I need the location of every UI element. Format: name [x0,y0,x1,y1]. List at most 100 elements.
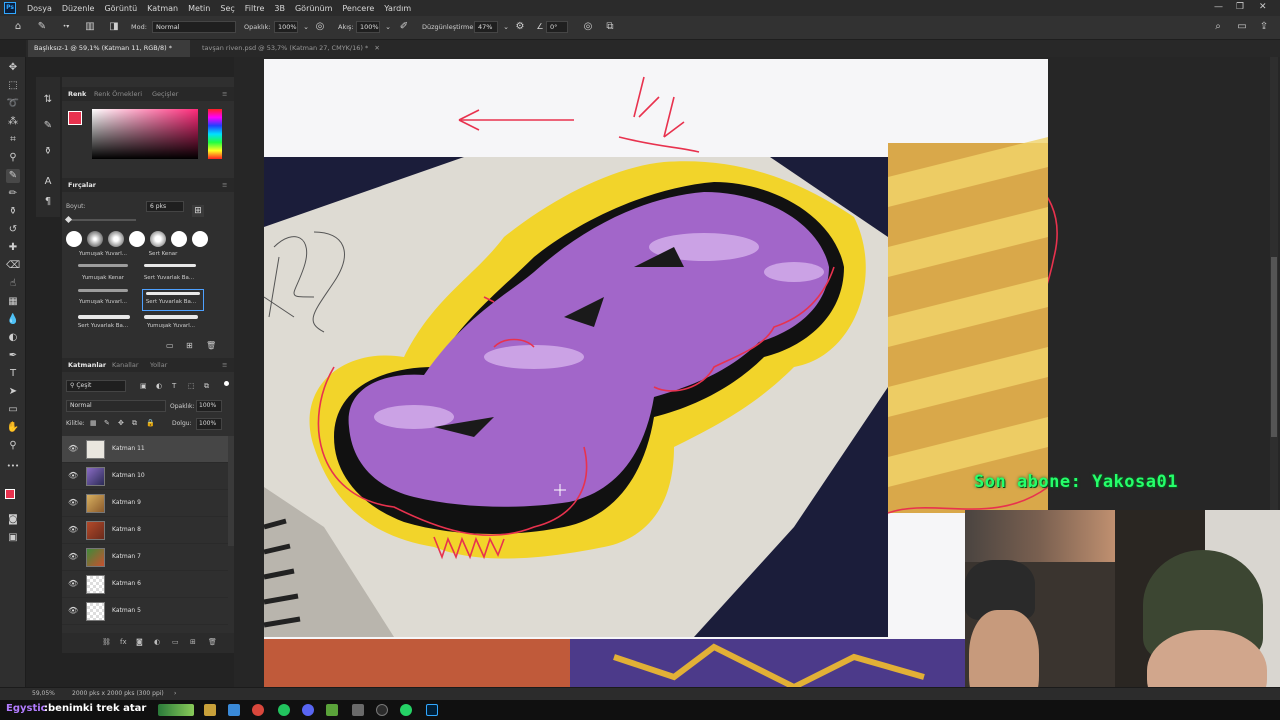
menu-filter[interactable]: Filtre [240,4,270,13]
trash-icon[interactable]: 🗑 [208,638,217,646]
workspace-icon[interactable]: ▭ [1236,21,1248,33]
type-tool-icon[interactable]: T [6,367,20,381]
new-group-icon[interactable]: ▭ [172,638,179,646]
smoothing-field[interactable]: 47% [474,21,498,33]
menu-layer[interactable]: Katman [142,4,183,13]
gear-icon[interactable]: ⚙ [514,21,526,33]
character-panel-icon[interactable]: A [41,175,55,189]
visibility-eye-icon[interactable]: 👁 [68,526,78,534]
menu-file[interactable]: Dosya [22,4,57,13]
visibility-eye-icon[interactable]: 👁 [68,607,78,615]
move-tool-icon[interactable]: ✥ [6,61,20,75]
filter-pixel-icon[interactable]: ▣ [140,382,147,390]
obs-icon[interactable] [376,704,388,716]
layer-row[interactable]: 👁 Katman 8 [62,517,228,544]
pressure-opacity-icon[interactable]: ◎ [314,21,326,33]
lock-transparent-icon[interactable]: ▦ [90,419,97,427]
close-tab-icon[interactable]: ✕ [374,44,379,52]
history-brush-tool-icon[interactable]: ↺ [6,223,20,237]
marquee-tool-icon[interactable]: ⬚ [6,79,20,93]
tab-swatches[interactable]: Renk Örnekleri [94,90,142,98]
clone-source-panel-icon[interactable]: ⚱ [41,145,55,159]
minimize-icon[interactable]: — [1214,2,1223,12]
layer-row[interactable]: 👁 Katman 11 [62,436,228,463]
visibility-eye-icon[interactable]: 👁 [68,580,78,588]
brush-settings-icon[interactable]: ▥ [84,21,96,33]
brush-tip-hard[interactable] [66,231,82,247]
fx-icon[interactable]: fx [120,638,127,646]
photoshop-taskbar-icon[interactable] [426,704,438,716]
lock-artboard-icon[interactable]: ⧉ [132,419,137,428]
status-arrow-icon[interactable]: › [174,690,176,697]
blend-mode-select[interactable]: Normal [66,400,166,412]
airbrush-icon[interactable]: ✐ [398,21,410,33]
zoom-level[interactable]: 59,05% [32,690,55,697]
mode-select[interactable]: Normal [152,21,236,33]
layer-row[interactable]: 👁 Katman 5 [62,598,228,625]
history-panel-icon[interactable]: ⇅ [41,93,55,107]
filter-shape-icon[interactable]: ⬚ [188,382,195,390]
brush-preset-label[interactable]: Sert Yuvarlak Ba... [140,275,198,281]
new-preset-icon[interactable]: ⊞ [186,341,193,350]
panel-menu-icon[interactable]: ≡ [222,90,227,98]
layer-filter-select[interactable]: ⚲ Çeşit [66,380,126,392]
pressure-size-icon[interactable]: ◎ [582,21,594,33]
menu-select[interactable]: Seç [215,4,239,13]
smudge-tool-icon[interactable]: ☝ [6,277,20,291]
visibility-eye-icon[interactable]: 👁 [68,445,78,453]
lock-all-icon[interactable]: 🔒 [146,419,155,427]
brush-tip-hard[interactable] [129,231,145,247]
eraser-tool-icon[interactable]: ⌫ [6,259,20,273]
brush-tip-hard[interactable] [192,231,208,247]
angle-field[interactable]: 0° [546,21,568,33]
screen-mode-icon[interactable]: ▣ [6,531,20,545]
lock-image-icon[interactable]: ✎ [104,419,110,427]
brush-preset-label[interactable]: Yumuşak Yuvarl... [74,251,132,257]
home-icon[interactable]: ⌂ [12,21,24,33]
share-icon[interactable]: ⇪ [1258,21,1270,33]
crop-tool-icon[interactable]: ⌗ [6,133,20,147]
symmetry-icon[interactable]: ⧉ [604,21,616,33]
tab-paths[interactable]: Yollar [150,361,167,369]
menu-view[interactable]: Görünüm [290,4,337,13]
tab-channels[interactable]: Kanallar [112,361,139,369]
foreground-color-swatch[interactable] [5,489,15,499]
brush-preset-label[interactable]: Yumuşak Yuvarl... [142,323,200,329]
chrome-icon[interactable] [252,704,264,716]
hue-slider[interactable] [208,109,222,159]
search-icon[interactable]: ⌕ [1212,21,1224,33]
clone-stamp-tool-icon[interactable]: ⚱ [6,205,20,219]
brush-tip-soft[interactable] [150,231,166,247]
pen-tool-icon[interactable]: ✒ [6,349,20,363]
lock-position-icon[interactable]: ✥ [118,419,124,427]
chevron-down-icon[interactable]: ⌄ [382,21,394,33]
filter-adjustment-icon[interactable]: ◐ [156,382,162,390]
visibility-eye-icon[interactable]: 👁 [68,499,78,507]
brush-tip-soft[interactable] [87,231,103,247]
path-select-tool-icon[interactable]: ➤ [6,385,20,399]
filter-toggle[interactable] [224,381,229,386]
chevron-down-icon[interactable]: ⌄ [300,21,312,33]
layer-row[interactable]: 👁 Katman 10 [62,463,228,490]
menu-window[interactable]: Pencere [337,4,379,13]
hand-tool-icon[interactable]: ✋ [6,421,20,435]
file-explorer-icon[interactable] [204,704,216,716]
layer-row[interactable]: 👁 Katman 6 [62,571,228,598]
menu-3d[interactable]: 3B [269,4,290,13]
layer-row[interactable]: 👁 Katman 9 [62,490,228,517]
panel-menu-icon[interactable]: ≡ [222,181,227,189]
layer-mask-icon[interactable]: ◙ [136,638,143,646]
pencil-tool-icon[interactable]: ✏ [6,187,20,201]
layer-row[interactable]: 👁 Katman 7 [62,544,228,571]
tab-document-1[interactable]: Başlıksız-1 @ 59,1% (Katman 11, RGB/8) * [28,40,190,57]
app-icon[interactable] [352,704,364,716]
menu-type[interactable]: Metin [183,4,215,13]
lasso-tool-icon[interactable]: ➰ [6,97,20,111]
brush-preset-picker-icon[interactable]: •▾ [60,21,72,33]
opacity-field[interactable]: 100% [274,21,298,33]
filter-type-icon[interactable]: T [172,382,176,390]
menu-edit[interactable]: Düzenle [57,4,100,13]
visibility-eye-icon[interactable]: 👁 [68,553,78,561]
new-layer-icon[interactable]: ⊞ [190,638,196,646]
spotify-icon[interactable] [278,704,290,716]
